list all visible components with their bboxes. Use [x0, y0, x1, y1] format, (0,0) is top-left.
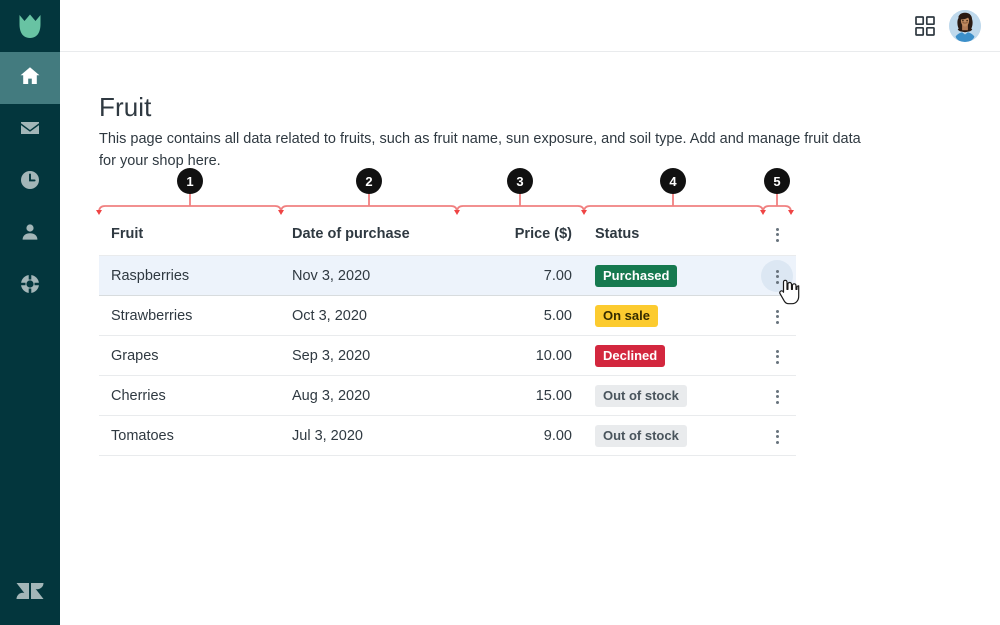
zendesk-logo-icon[interactable] [0, 565, 60, 617]
table-header-row: Fruit Date of purchase Price ($) Status [99, 212, 796, 256]
kebab-menu-icon[interactable] [767, 224, 787, 244]
avatar[interactable] [949, 10, 981, 42]
table-row[interactable]: Raspberries Nov 3, 2020 7.00 Purchased [99, 256, 796, 296]
app-root: Fruit This page contains all data relate… [0, 0, 1000, 625]
pointer-hand-cursor [779, 279, 801, 305]
sidebar-item-mail[interactable] [0, 104, 60, 156]
cell-status: Out of stock [595, 425, 687, 447]
home-icon [18, 64, 42, 93]
cell-date: Sep 3, 2020 [292, 348, 370, 364]
table-body: Raspberries Nov 3, 2020 7.00 Purchased Straw… [99, 256, 796, 456]
cell-status: Out of stock [595, 385, 687, 407]
grid-apps-icon[interactable] [915, 16, 935, 36]
cell-fruit: Strawberries [111, 308, 192, 324]
callout-badge-2: 2 [356, 168, 382, 194]
cell-price: 5.00 [442, 308, 572, 324]
sidebar-item-history[interactable] [0, 156, 60, 208]
page-title: Fruit [99, 92, 152, 123]
mail-icon [18, 116, 42, 145]
column-header-menu[interactable] [759, 224, 795, 244]
cell-row-menu[interactable] [759, 386, 795, 406]
cell-price: 9.00 [442, 428, 572, 444]
cell-row-menu[interactable] [759, 346, 795, 366]
callout-badge-1: 1 [177, 168, 203, 194]
sidebar-nav [0, 52, 60, 312]
column-header-price[interactable]: Price ($) [442, 226, 572, 242]
kebab-menu-icon[interactable] [767, 306, 787, 326]
cell-fruit: Cherries [111, 388, 166, 404]
cell-fruit: Tomatoes [111, 428, 174, 444]
cell-date: Aug 3, 2020 [292, 388, 370, 404]
page-description: This page contains all data related to f… [99, 128, 874, 172]
cell-status: Purchased [595, 265, 677, 287]
sidebar-item-home[interactable] [0, 52, 60, 104]
cell-row-menu[interactable] [759, 306, 795, 326]
callout-badge-5: 5 [764, 168, 790, 194]
clock-icon [18, 168, 42, 197]
leaf-logo-icon[interactable] [0, 0, 60, 52]
cell-status: Declined [595, 345, 665, 367]
table-row[interactable]: Strawberries Oct 3, 2020 5.00 On sale [99, 296, 796, 336]
sidebar-item-profile[interactable] [0, 208, 60, 260]
status-badge: Out of stock [595, 425, 687, 447]
cell-date: Jul 3, 2020 [292, 428, 363, 444]
table-row[interactable]: Cherries Aug 3, 2020 15.00 Out of stock [99, 376, 796, 416]
column-header-date[interactable]: Date of purchase [292, 226, 410, 242]
status-badge: Purchased [595, 265, 677, 287]
top-bar [60, 0, 1000, 52]
kebab-menu-icon[interactable] [767, 386, 787, 406]
cell-row-menu[interactable] [759, 426, 795, 446]
status-badge: Declined [595, 345, 665, 367]
cell-fruit: Grapes [111, 348, 159, 364]
cell-status: On sale [595, 305, 658, 327]
lifebuoy-icon [18, 272, 42, 301]
cell-price: 10.00 [442, 348, 572, 364]
cell-date: Oct 3, 2020 [292, 308, 367, 324]
column-header-status[interactable]: Status [595, 226, 639, 242]
kebab-menu-icon[interactable] [767, 426, 787, 446]
status-badge: On sale [595, 305, 658, 327]
status-badge: Out of stock [595, 385, 687, 407]
sidebar-item-support[interactable] [0, 260, 60, 312]
table-row[interactable]: Tomatoes Jul 3, 2020 9.00 Out of stock [99, 416, 796, 456]
cell-price: 7.00 [442, 268, 572, 284]
callout-badge-4: 4 [660, 168, 686, 194]
person-icon [18, 220, 42, 249]
kebab-menu-icon[interactable] [767, 346, 787, 366]
fruit-table: Fruit Date of purchase Price ($) Status … [99, 212, 796, 456]
callout-badge-3: 3 [507, 168, 533, 194]
column-header-fruit[interactable]: Fruit [111, 226, 143, 242]
sidebar [0, 0, 60, 625]
table-row[interactable]: Grapes Sep 3, 2020 10.00 Declined [99, 336, 796, 376]
cell-fruit: Raspberries [111, 268, 189, 284]
cell-date: Nov 3, 2020 [292, 268, 370, 284]
cell-price: 15.00 [442, 388, 572, 404]
